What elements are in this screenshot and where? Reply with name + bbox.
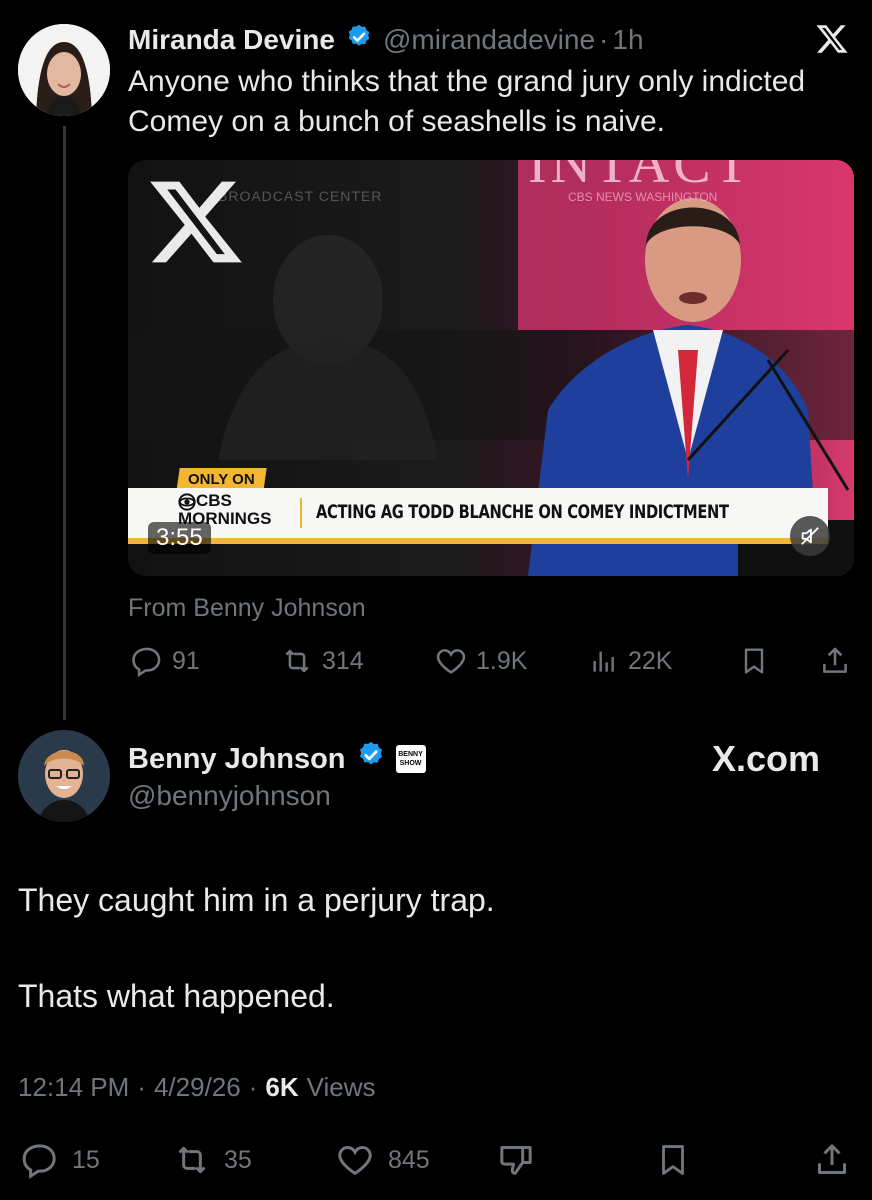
x-com-label: X.com: [712, 738, 820, 780]
video-media-card[interactable]: INTACT CBS NEWS WASHINGTON BROADCAST CEN…: [128, 160, 854, 576]
network-name-top: CBS: [196, 491, 232, 510]
reply-count: 15: [72, 1145, 100, 1174]
bookmark-button[interactable]: [654, 1140, 692, 1180]
views-action[interactable]: 22K: [588, 644, 672, 678]
miranda-devine-avatar[interactable]: [18, 24, 110, 116]
banner-divider: [300, 498, 302, 528]
site-label-text: X.com: [712, 738, 821, 779]
downvote-button[interactable]: [496, 1140, 536, 1180]
dot-separator: ·: [248, 1072, 258, 1102]
verified-badge-icon: [345, 23, 373, 58]
location-watermark: CBS NEWS WASHINGTON: [568, 190, 718, 204]
reply-action[interactable]: 15: [20, 1140, 100, 1180]
dot-separator: ·: [599, 24, 609, 55]
thread-connector-line: [63, 126, 66, 720]
repost-icon: [285, 649, 309, 673]
video-duration-badge: 3:55: [148, 522, 211, 554]
x-watermark-icon: [144, 172, 248, 277]
bookmark-button[interactable]: [738, 644, 770, 678]
dot-separator: ·: [137, 1072, 146, 1102]
repost-count: 314: [322, 646, 364, 675]
like-action[interactable]: 1.9K: [434, 644, 527, 678]
share-button[interactable]: [818, 644, 852, 678]
reply-action[interactable]: 91: [130, 644, 200, 678]
verified-badge-icon: [356, 740, 386, 778]
x-logo-icon[interactable]: [814, 22, 850, 61]
heart-icon: [338, 1145, 372, 1176]
tweet-text-line-2: Thats what happened.: [18, 978, 335, 1014]
author-handle[interactable]: @bennyjohnson: [128, 780, 331, 812]
affiliate-badge-line2: SHOW: [399, 760, 422, 767]
post-time[interactable]: 1h: [612, 24, 643, 56]
share-icon: [818, 1144, 846, 1174]
like-count: 845: [388, 1145, 430, 1174]
author-handle[interactable]: @mirandadevine: [383, 24, 595, 56]
thumbs-down-icon: [500, 1146, 532, 1175]
repost-action[interactable]: 35: [172, 1140, 252, 1180]
tweet-text-line-1: They caught him in a perjury trap.: [18, 882, 495, 918]
repost-count: 35: [224, 1145, 252, 1174]
affiliate-badge-line1: BENNY: [398, 751, 423, 758]
repost-icon: [178, 1146, 206, 1174]
bookmark-icon: [744, 648, 764, 674]
share-button[interactable]: [812, 1140, 852, 1180]
mute-button[interactable]: [790, 516, 830, 556]
speaker-muted-icon: [801, 527, 819, 545]
author-name[interactable]: Miranda Devine: [128, 24, 335, 56]
views-label: Views: [306, 1072, 376, 1102]
share-icon: [823, 647, 847, 673]
benny-johnson-avatar[interactable]: [18, 730, 110, 822]
heart-icon: [436, 649, 466, 674]
post-time[interactable]: 12:14 PM: [18, 1072, 129, 1103]
repost-action[interactable]: 314: [280, 644, 364, 678]
from-attribution[interactable]: From Benny Johnson: [128, 594, 366, 623]
video-duration: 3:55: [156, 524, 203, 551]
author-name[interactable]: Benny Johnson: [128, 743, 346, 776]
views-count: 6K: [265, 1072, 299, 1102]
banner-headline: ACTING AG TODD BLANCHE ON COMEY INDICTME…: [316, 501, 729, 523]
reply-icon: [132, 647, 161, 678]
reply-count: 91: [172, 646, 200, 675]
reply-icon: [22, 1144, 56, 1179]
tweet-text-line-1: Anyone who thinks that the grand jury on…: [128, 65, 806, 98]
bookmark-icon: [662, 1145, 684, 1175]
like-action[interactable]: 845: [334, 1140, 430, 1180]
views-count: 22K: [628, 646, 673, 675]
post-date[interactable]: 4/29/26: [154, 1072, 241, 1103]
analytics-bars-icon: [593, 651, 614, 672]
affiliate-badge[interactable]: BENNY SHOW: [395, 745, 426, 773]
like-count: 1.9K: [476, 646, 528, 675]
tweet-text-line-2: Comey on a bunch of seashells is naive.: [128, 105, 665, 138]
